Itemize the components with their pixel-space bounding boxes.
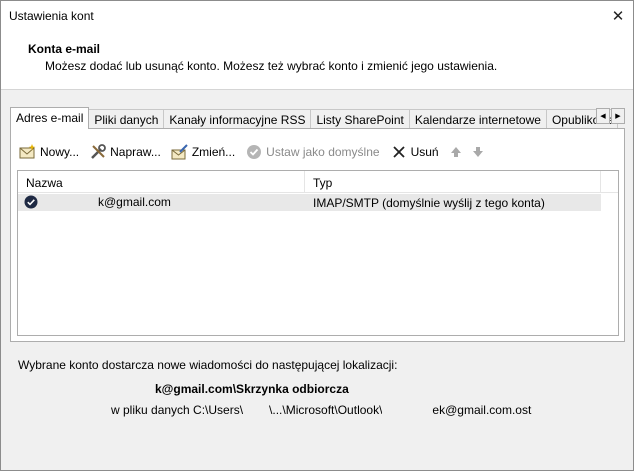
tab-email[interactable]: Adres e-mail [10, 107, 90, 129]
set-default-label: Ustaw jako domyślne [266, 145, 380, 159]
tab-scroll-right-button[interactable]: ▶ [611, 108, 625, 124]
set-default-button[interactable]: Ustaw jako domyślne [245, 143, 380, 161]
change-account-button[interactable]: Zmień... [171, 143, 235, 161]
close-icon: ✕ [611, 8, 625, 25]
chevron-left-icon: ◀ [600, 113, 606, 120]
tab-strip: Adres e-mail Pliki danych Kanały informa… [10, 107, 625, 129]
datafile-path-suffix: ek@gmail.com.ost [432, 403, 532, 417]
move-down-arrow-icon[interactable] [471, 144, 485, 160]
account-email: k@gmail.com [98, 195, 171, 209]
chevron-right-icon: ▶ [615, 113, 621, 120]
window-title: Ustawienia kont [9, 9, 94, 23]
redacted-text [42, 196, 98, 208]
table-row[interactable]: k@gmail.com IMAP/SMTP (domyślnie wyślij … [18, 194, 601, 211]
header-description: Możesz dodać lub usunąć konto. Możesz te… [45, 59, 498, 73]
repair-account-button[interactable]: Napraw... [89, 143, 161, 161]
remove-account-button[interactable]: Usuń [390, 143, 439, 161]
repair-account-label: Napraw... [110, 145, 161, 159]
tab-data-files[interactable]: Pliki danych [88, 109, 165, 129]
new-account-button[interactable]: Nowy... [19, 143, 79, 161]
remove-x-icon [392, 146, 405, 158]
new-mail-icon [19, 144, 36, 159]
edit-mail-icon [171, 144, 188, 160]
mailbox-path: k@gmail.com\Skrzynka odbiorcza [155, 382, 349, 396]
column-header-name[interactable]: Nazwa [18, 171, 305, 193]
tab-sharepoint-lists[interactable]: Listy SharePoint [310, 109, 410, 129]
accounts-toolbar: Nowy... Napraw... Zmień... Ustaw jako do… [19, 142, 493, 162]
column-header-type[interactable]: Typ [305, 171, 601, 193]
accounts-list: Nazwa Typ k@gmail.com IMAP/SMTP (domyśln… [17, 170, 619, 336]
account-settings-window: Ustawienia kont ✕ Konta e-mail Możesz do… [0, 0, 634, 471]
account-name-cell: k@gmail.com [24, 195, 171, 209]
datafile-path-middle: \...\Microsoft\Outlook\ [269, 403, 383, 417]
header-title: Konta e-mail [28, 42, 101, 56]
redacted-text [243, 404, 270, 417]
delivery-location-label: Wybrane konto dostarcza nowe wiadomości … [18, 358, 398, 372]
new-account-label: Nowy... [40, 145, 80, 159]
tab-scroll-left-button[interactable]: ◀ [596, 108, 610, 124]
redacted-text [95, 383, 155, 396]
list-header: Nazwa Typ [18, 171, 618, 193]
redacted-text [382, 404, 433, 417]
close-button[interactable]: ✕ [603, 1, 633, 31]
tools-icon [91, 144, 107, 159]
change-account-label: Zmień... [191, 145, 236, 159]
default-account-check-icon [24, 195, 38, 209]
checkmark-circle-icon [247, 145, 262, 159]
title-bar: Ustawienia kont ✕ [1, 1, 633, 32]
remove-account-label: Usuń [410, 145, 439, 159]
delivery-location-datafile: w pliku danych C:\Users\ \...\Microsoft\O… [111, 403, 531, 417]
datafile-path-prefix: w pliku danych C:\Users\ [111, 403, 244, 417]
delivery-location-mailbox: k@gmail.com\Skrzynka odbiorcza [95, 382, 349, 396]
header-band: Konta e-mail Możesz dodać lub usunąć kon… [1, 32, 633, 90]
tab-internet-calendars[interactable]: Kalendarze internetowe [408, 109, 547, 129]
email-accounts-panel: Nowy... Napraw... Zmień... Ustaw jako do… [10, 128, 625, 342]
account-type-cell: IMAP/SMTP (domyślnie wyślij z tego konta… [313, 196, 545, 210]
move-up-arrow-icon[interactable] [449, 144, 463, 160]
tab-rss-feeds[interactable]: Kanały informacyjne RSS [163, 109, 312, 129]
